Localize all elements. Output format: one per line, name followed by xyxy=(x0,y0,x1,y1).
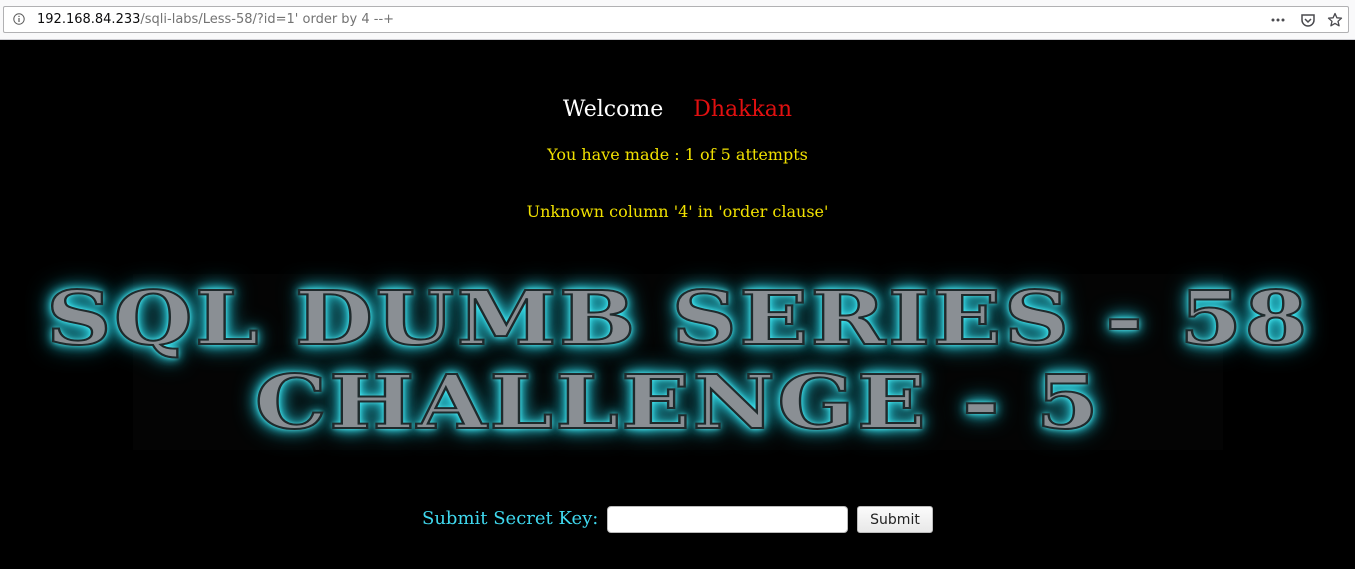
more-horizontal-icon[interactable] xyxy=(1270,12,1286,28)
submit-button[interactable]: Submit xyxy=(857,506,933,533)
url-path: /sqli-labs/Less-58/?id=1' order by 4 --+ xyxy=(140,12,395,27)
banner-title-line-2: CHALLENGE - 5 xyxy=(254,359,1102,447)
challenge-banner: SQL DUMB SERIES - 58 CHALLENGE - 5 xyxy=(45,274,1309,450)
secret-key-label: Submit Secret Key: xyxy=(422,508,599,529)
secret-key-input[interactable] xyxy=(607,506,848,533)
url-host: 192.168.84.233 xyxy=(37,12,141,27)
info-icon[interactable] xyxy=(13,13,25,25)
url-text[interactable]: 192.168.84.233/sqli-labs/Less-58/?id=1' … xyxy=(37,12,394,27)
star-icon[interactable] xyxy=(1327,12,1343,28)
sql-error-message: Unknown column '4' in 'order clause' xyxy=(526,202,829,221)
welcome-name: Dhakkan xyxy=(693,97,793,122)
pocket-icon[interactable] xyxy=(1300,12,1316,28)
url-bar[interactable]: 192.168.84.233/sqli-labs/Less-58/?id=1' … xyxy=(3,6,1349,33)
welcome-line: Welcome Dhakkan xyxy=(0,97,1355,122)
page-content: Welcome Dhakkan You have made : 1 of 5 at… xyxy=(0,41,1355,569)
banner-title-line-1: SQL DUMB SERIES - 58 xyxy=(45,275,1310,363)
browser-toolbar: 192.168.84.233/sqli-labs/Less-58/?id=1' … xyxy=(0,0,1355,40)
attempts-text: You have made : 1 of 5 attempts xyxy=(547,145,808,164)
welcome-word: Welcome xyxy=(562,97,664,122)
